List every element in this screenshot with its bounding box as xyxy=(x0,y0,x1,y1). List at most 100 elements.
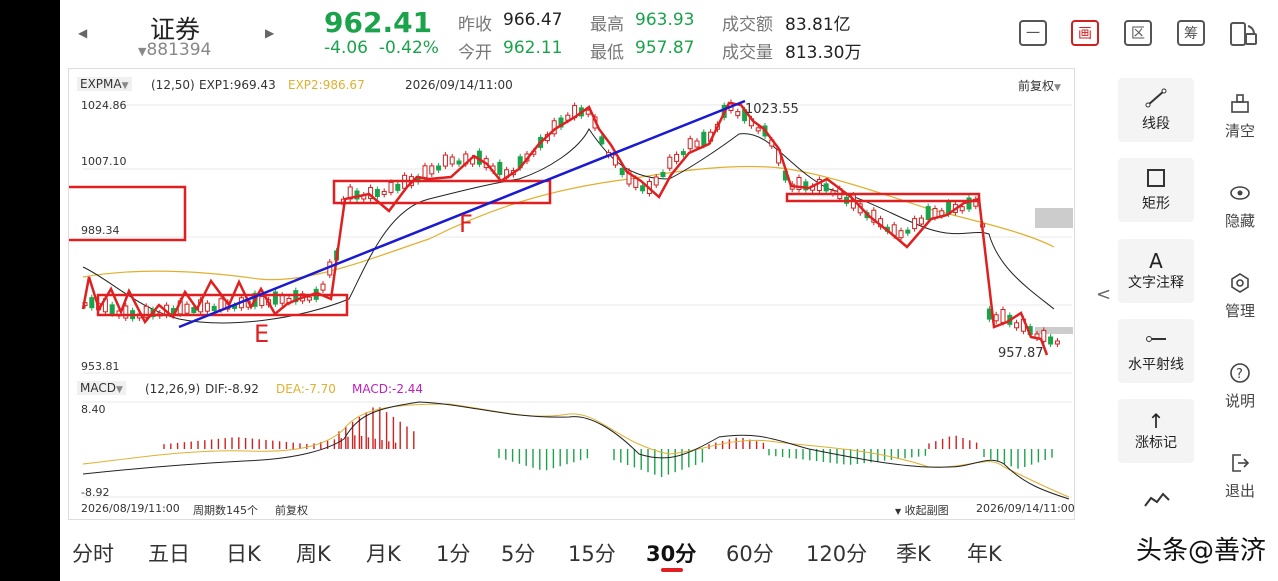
candle xyxy=(1054,340,1060,345)
tool-up-mark[interactable]: ↑ 涨标记 xyxy=(1118,399,1194,463)
next-stock-arrow-icon[interactable]: ▶ xyxy=(265,26,274,40)
candle xyxy=(204,302,210,312)
side-label: 清空 xyxy=(1224,122,1255,140)
candle xyxy=(694,140,700,148)
stat-value: 963.93 xyxy=(635,10,695,30)
candle xyxy=(905,229,911,234)
active-tab-underline xyxy=(661,568,683,572)
indicator-name: EXPMA xyxy=(80,77,122,91)
chart-area[interactable]: E F EXPMA▼ (12,50) EXP1:969.43 EXP2:986.… xyxy=(68,68,1075,520)
stat-label: 成交量 xyxy=(722,43,773,63)
candle xyxy=(599,136,605,145)
collapse-subchart-button[interactable]: ▼ 收起副图 xyxy=(895,502,949,518)
tab-period[interactable]: 60分 xyxy=(726,538,774,568)
stock-code[interactable]: ▼881394 xyxy=(138,40,211,60)
tab-period[interactable]: 日K xyxy=(226,538,261,568)
help-icon: ? xyxy=(1229,362,1251,390)
range-button[interactable]: 区 xyxy=(1124,20,1152,46)
draw-button[interactable]: 画 xyxy=(1071,20,1099,46)
tab-period[interactable]: 120分 xyxy=(806,538,867,568)
side-label: 隐藏 xyxy=(1224,212,1255,230)
macd-value: MACD:-2.44 xyxy=(352,382,424,396)
collapse-panel-chevron-icon[interactable]: < xyxy=(1096,284,1111,305)
candle xyxy=(184,303,190,314)
candle xyxy=(442,154,448,167)
stat-value: 962.11 xyxy=(503,38,563,58)
tool-text-annotation[interactable]: A 文字注释 xyxy=(1118,239,1194,303)
adjust-select[interactable]: 前复权▼ xyxy=(1018,77,1061,94)
tool-label: 线段 xyxy=(1142,116,1170,132)
side-clear[interactable]: 清空 xyxy=(1210,92,1270,141)
rotate-screen-icon[interactable] xyxy=(1228,18,1258,48)
tool-label: 涨标记 xyxy=(1135,435,1177,451)
indicator-params: (12,50) xyxy=(151,78,195,92)
line-segment-icon xyxy=(1144,87,1168,113)
tab-period[interactable]: 季K xyxy=(896,538,931,568)
candle xyxy=(918,217,924,225)
candle xyxy=(456,160,462,165)
candle xyxy=(912,218,918,230)
up-mark-icon: ↑ xyxy=(1147,409,1165,433)
candles xyxy=(82,99,1060,347)
tab-period[interactable]: 周K xyxy=(296,538,331,568)
tab-period[interactable]: 1分 xyxy=(436,538,470,568)
adjust-label: 前复权 xyxy=(1018,79,1055,93)
stat-value: 966.47 xyxy=(503,10,563,30)
candle xyxy=(959,206,965,212)
candle xyxy=(1000,309,1006,323)
macd-select[interactable]: MACD▼ xyxy=(77,381,126,395)
candle xyxy=(823,183,829,192)
tab-period[interactable]: 分时 xyxy=(72,538,114,568)
stat-label: 最高 xyxy=(590,15,624,35)
side-help[interactable]: ? 说明 xyxy=(1210,362,1270,411)
chips-button[interactable]: 筹 xyxy=(1177,20,1205,46)
eye-icon xyxy=(1229,182,1251,210)
stat-label: 成交额 xyxy=(722,15,773,35)
low-price-label: 957.87 xyxy=(998,346,1044,361)
candle xyxy=(259,296,265,307)
tool-line-segment[interactable]: 线段 xyxy=(1118,78,1194,142)
tab-period[interactable]: 15分 xyxy=(568,538,616,568)
tool-rectangle[interactable]: 矩形 xyxy=(1118,158,1194,222)
candle xyxy=(619,167,625,175)
candle xyxy=(218,298,224,311)
single-chart-button[interactable]: 一 xyxy=(1019,20,1047,46)
more-tools-icon[interactable] xyxy=(1143,490,1171,508)
change-pct: -0.42% xyxy=(378,38,439,58)
tab-period[interactable]: 月K xyxy=(366,538,401,568)
exp2-value: EXP2:986.67 xyxy=(288,78,365,92)
tab-period[interactable]: 五日 xyxy=(148,538,190,568)
side-exit[interactable]: 退出 xyxy=(1210,452,1270,501)
period-tabs: 分时 五日 日K 周K 月K 1分 5分 15分 30分 60分 120分 季K… xyxy=(60,528,1278,581)
stat-value: 813.30万 xyxy=(785,43,862,63)
candle xyxy=(687,138,693,150)
candle xyxy=(211,305,217,311)
candle xyxy=(680,151,686,156)
side-label: 管理 xyxy=(1224,302,1255,320)
clear-icon xyxy=(1229,92,1251,120)
candle xyxy=(640,185,646,192)
tab-period[interactable]: 年K xyxy=(967,538,1002,568)
candle xyxy=(986,308,992,320)
dif-value: DIF:-8.92 xyxy=(205,382,259,396)
candle xyxy=(1014,322,1020,329)
exit-icon xyxy=(1229,452,1251,480)
prev-stock-arrow-icon[interactable]: ◀ xyxy=(78,26,87,40)
watermark: 头条@善济 xyxy=(1135,536,1266,566)
candle xyxy=(388,181,394,193)
tab-period[interactable]: 5分 xyxy=(501,538,535,568)
tool-horizontal-ray[interactable]: 水平射线 xyxy=(1118,319,1194,383)
candle xyxy=(381,190,387,195)
tab-period-active[interactable]: 30分 xyxy=(646,538,696,568)
macd-y-top: 8.40 xyxy=(81,403,106,416)
candle xyxy=(374,188,380,197)
tool-label: 水平射线 xyxy=(1128,357,1184,373)
y-label: 989.34 xyxy=(81,224,120,237)
side-hide[interactable]: 隐藏 xyxy=(1210,182,1270,231)
high-price-label: 1023.55 xyxy=(745,102,799,117)
indicator-select[interactable]: EXPMA▼ xyxy=(77,77,132,91)
app: ◀ 证券 ▶ ▼881394 962.41 -4.06 -0.42% 昨收 96… xyxy=(60,0,1278,581)
side-manage[interactable]: 管理 xyxy=(1210,272,1270,321)
candle xyxy=(497,161,503,175)
candle xyxy=(320,283,326,291)
